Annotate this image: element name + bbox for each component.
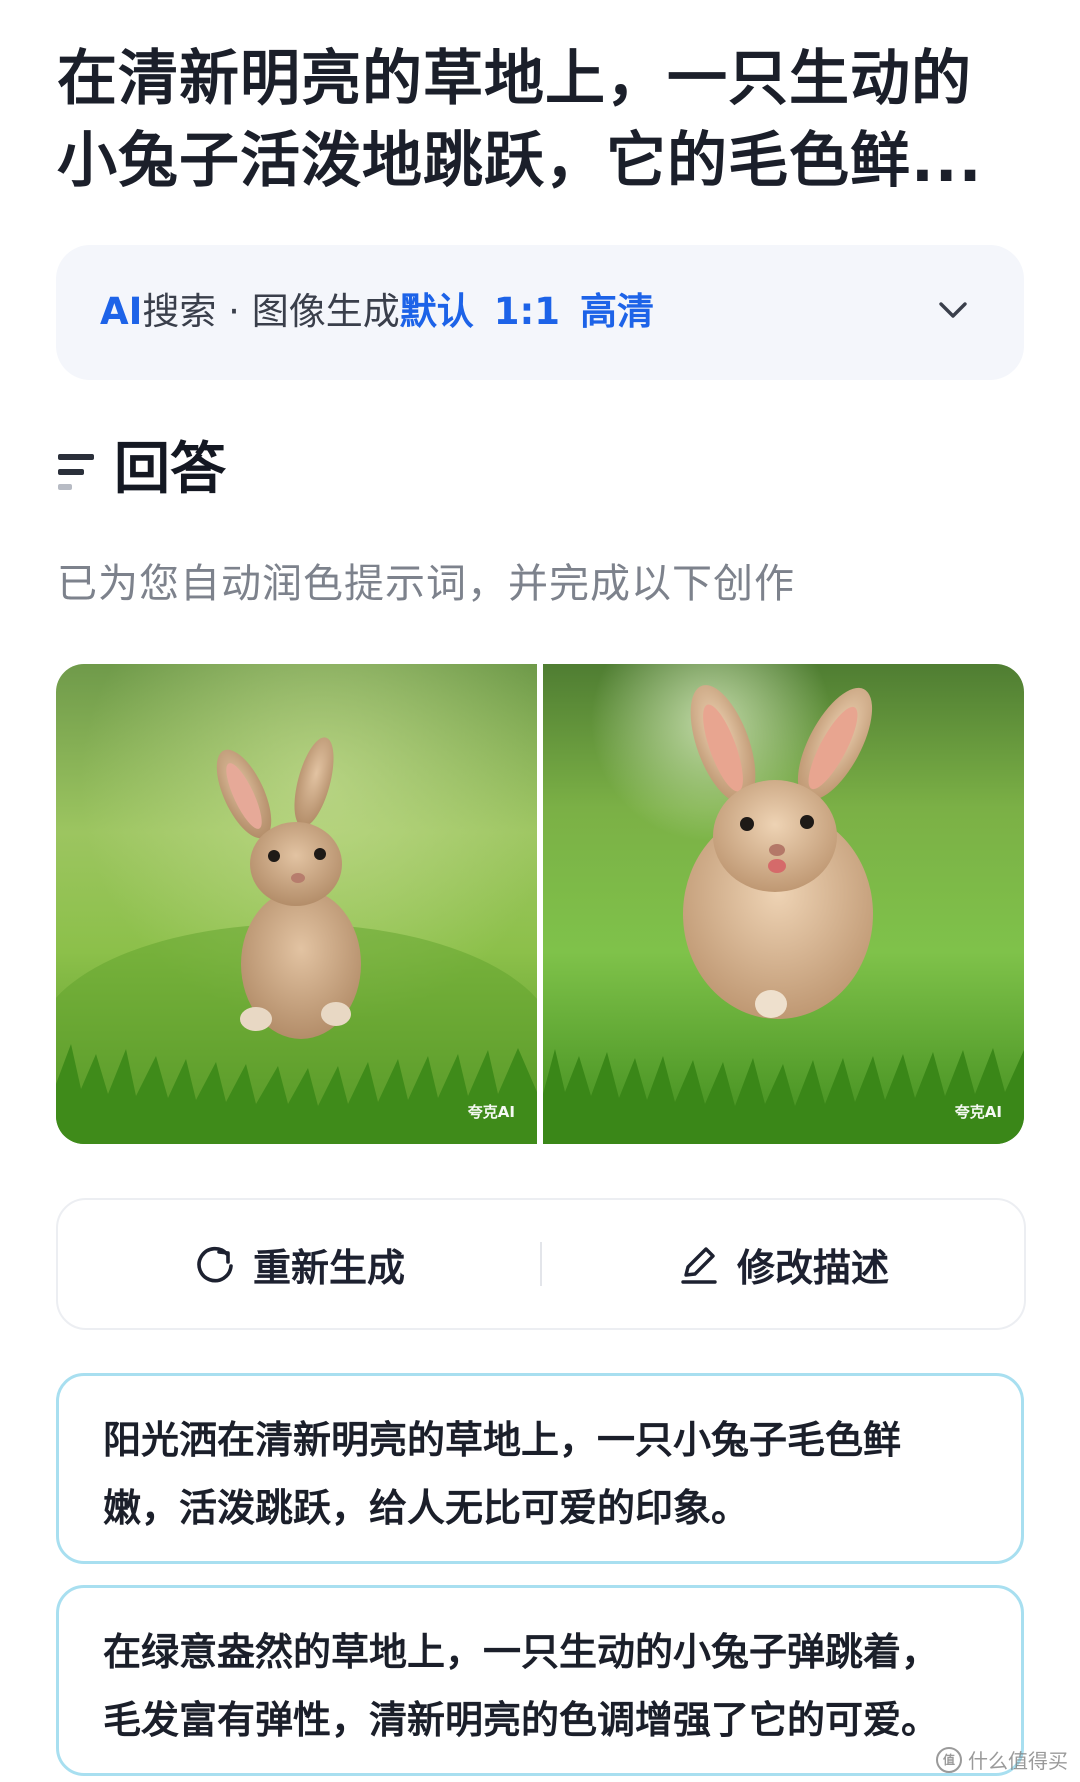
mode-summary: AI搜索 · 图像生成默认 1:1 高清 (100, 285, 654, 339)
rabbit-image-2 (543, 664, 1024, 1144)
rabbit-image-1 (56, 664, 537, 1144)
prompt-suggestion-text: 阳光洒在清新明亮的草地上，一只小兔子毛色鲜 嫩，活泼跳跃，给人无比可爱的印象。 (103, 1406, 983, 1542)
prompt-suggestion-text: 在绿意盎然的草地上，一只生动的小兔子弹跳着， 毛发富有弹性，清新明亮的色调增强了… (103, 1618, 983, 1754)
answer-heading: 回答 (114, 437, 226, 502)
answer-subtitle: 已为您自动润色提示词，并完成以下创作 (57, 561, 795, 607)
edit-description-button[interactable]: 修改描述 (542, 1200, 1024, 1328)
generation-mode-bar[interactable]: AI搜索 · 图像生成默认 1:1 高清 (56, 245, 1024, 380)
quality-option[interactable]: 高清 (580, 290, 654, 333)
site-watermark: 值 什么值得买 (936, 1745, 1068, 1774)
pencil-icon (681, 1247, 717, 1284)
generated-image-1[interactable]: 夸克AI (56, 664, 537, 1144)
list-icon (58, 454, 94, 490)
regenerate-label: 重新生成 (252, 1245, 405, 1290)
regenerate-button[interactable]: 重新生成 (58, 1200, 540, 1328)
page-title: 在清新明亮的草地上，一只生动的 小兔子活泼地跳跃，它的毛色鲜... (57, 38, 1017, 202)
title-line-1: 在清新明亮的草地上，一只生动的 (57, 44, 972, 114)
refresh-icon (197, 1246, 233, 1283)
ratio-option[interactable]: 1:1 (494, 290, 560, 333)
generated-image-gallery: 夸克AI 夸克AI (56, 664, 1024, 1144)
title-line-2: 小兔子活泼地跳跃，它的毛色鲜... (57, 126, 983, 196)
prompt-suggestion-card[interactable]: 在绿意盎然的草地上，一只生动的小兔子弹跳着， 毛发富有弹性，清新明亮的色调增强了… (56, 1585, 1024, 1776)
mode-label: 图像生成 (251, 290, 400, 333)
prompt-line: 阳光洒在清新明亮的草地上，一只小兔子毛色鲜 (103, 1418, 902, 1462)
prompt-line: 毛发富有弹性，清新明亮的色调增强了它的可爱。 (103, 1698, 940, 1742)
prompt-line: 嫩，活泼跳跃，给人无比可爱的印象。 (103, 1486, 750, 1530)
image-watermark: 夸克AI (467, 1103, 515, 1121)
site-logo: 值 (936, 1746, 962, 1773)
mode-separator: · (216, 290, 252, 333)
image-action-bar: 重新生成 修改描述 (56, 1198, 1026, 1330)
search-label: 搜索 (142, 290, 217, 333)
ai-label: AI (100, 290, 143, 333)
image-watermark: 夸克AI (954, 1103, 1002, 1121)
generated-image-2[interactable]: 夸克AI (543, 664, 1024, 1144)
edit-description-label: 修改描述 (736, 1245, 889, 1290)
style-option[interactable]: 默认 (400, 290, 474, 333)
site-watermark-text: 什么值得买 (968, 1749, 1068, 1773)
chevron-down-icon[interactable] (936, 293, 970, 327)
prompt-suggestion-card[interactable]: 阳光洒在清新明亮的草地上，一只小兔子毛色鲜 嫩，活泼跳跃，给人无比可爱的印象。 (56, 1373, 1024, 1564)
prompt-line: 在绿意盎然的草地上，一只生动的小兔子弹跳着， (103, 1630, 940, 1674)
